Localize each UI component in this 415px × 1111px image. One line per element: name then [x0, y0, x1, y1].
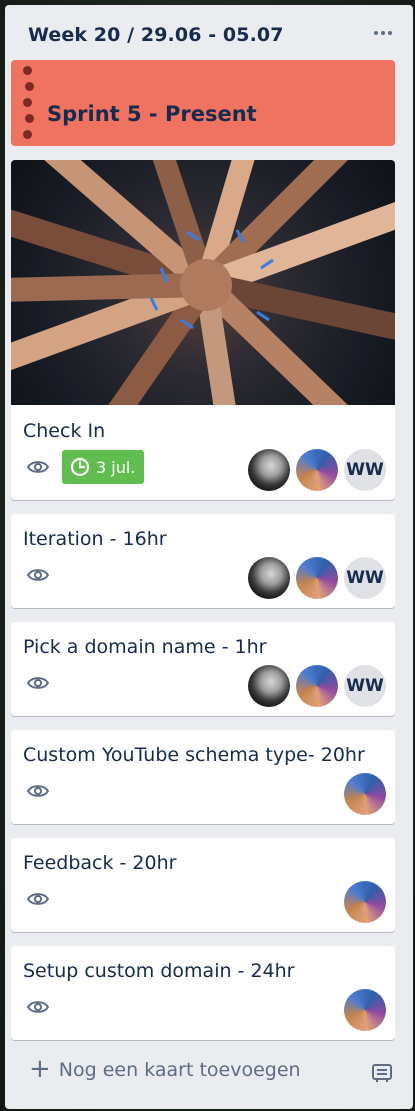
member-avatar[interactable]	[248, 557, 290, 599]
hands-together-photo	[11, 160, 395, 405]
card-check-in[interactable]: Check In 3 jul. WW	[11, 160, 395, 500]
eye-icon	[27, 569, 49, 581]
eye-icon	[27, 677, 49, 689]
list-header: Week 20 / 29.06 - 05.07	[5, 5, 413, 65]
member-avatar[interactable]	[296, 665, 338, 707]
card-cover-image	[11, 160, 395, 405]
plus-icon: +	[29, 1053, 51, 1084]
member-avatar[interactable]	[344, 773, 386, 815]
due-date-badge[interactable]: 3 jul.	[62, 450, 144, 484]
member-avatar[interactable]	[344, 989, 386, 1031]
card-pick-domain[interactable]: Pick a domain name - 1hr WW	[11, 622, 395, 716]
clock-icon	[70, 457, 90, 477]
eye-icon	[27, 893, 49, 905]
list-title[interactable]: Week 20 / 29.06 - 05.07	[28, 24, 284, 46]
due-date-label: 3 jul.	[96, 457, 136, 477]
member-avatar-initials[interactable]: WW	[344, 557, 386, 599]
member-avatar[interactable]	[296, 557, 338, 599]
card-title: Iteration - 16hr	[23, 528, 167, 550]
eye-icon	[27, 785, 49, 797]
card-iteration[interactable]: Iteration - 16hr WW	[11, 514, 395, 608]
add-card-button[interactable]: + Nog een kaart toevoegen	[11, 1052, 351, 1088]
card-title: Setup custom domain - 24hr	[23, 960, 295, 982]
card-template-icon[interactable]	[371, 1063, 393, 1083]
add-card-label: Nog een kaart toevoegen	[58, 1059, 301, 1081]
eye-icon	[27, 1001, 49, 1013]
sprint-card[interactable]: Sprint 5 - Present	[11, 60, 395, 146]
card-title: Check In	[23, 420, 106, 442]
eye-icon	[27, 461, 49, 473]
member-avatar[interactable]	[296, 449, 338, 491]
member-avatar-initials[interactable]: WW	[344, 665, 386, 707]
member-avatar-initials[interactable]: WW	[344, 449, 386, 491]
card-title: Feedback - 20hr	[23, 852, 177, 874]
card-setup-domain[interactable]: Setup custom domain - 24hr	[11, 946, 395, 1040]
card-title: Pick a domain name - 1hr	[23, 636, 267, 658]
card-youtube-schema[interactable]: Custom YouTube schema type- 20hr	[11, 730, 395, 824]
sprint-dots-decoration	[23, 64, 34, 146]
card-title: Custom YouTube schema type- 20hr	[23, 744, 365, 766]
member-avatar[interactable]	[248, 449, 290, 491]
more-horizontal-icon[interactable]	[371, 21, 395, 45]
member-avatar[interactable]	[248, 665, 290, 707]
sprint-card-title: Sprint 5 - Present	[47, 102, 257, 126]
member-avatar[interactable]	[344, 881, 386, 923]
card-feedback[interactable]: Feedback - 20hr	[11, 838, 395, 932]
